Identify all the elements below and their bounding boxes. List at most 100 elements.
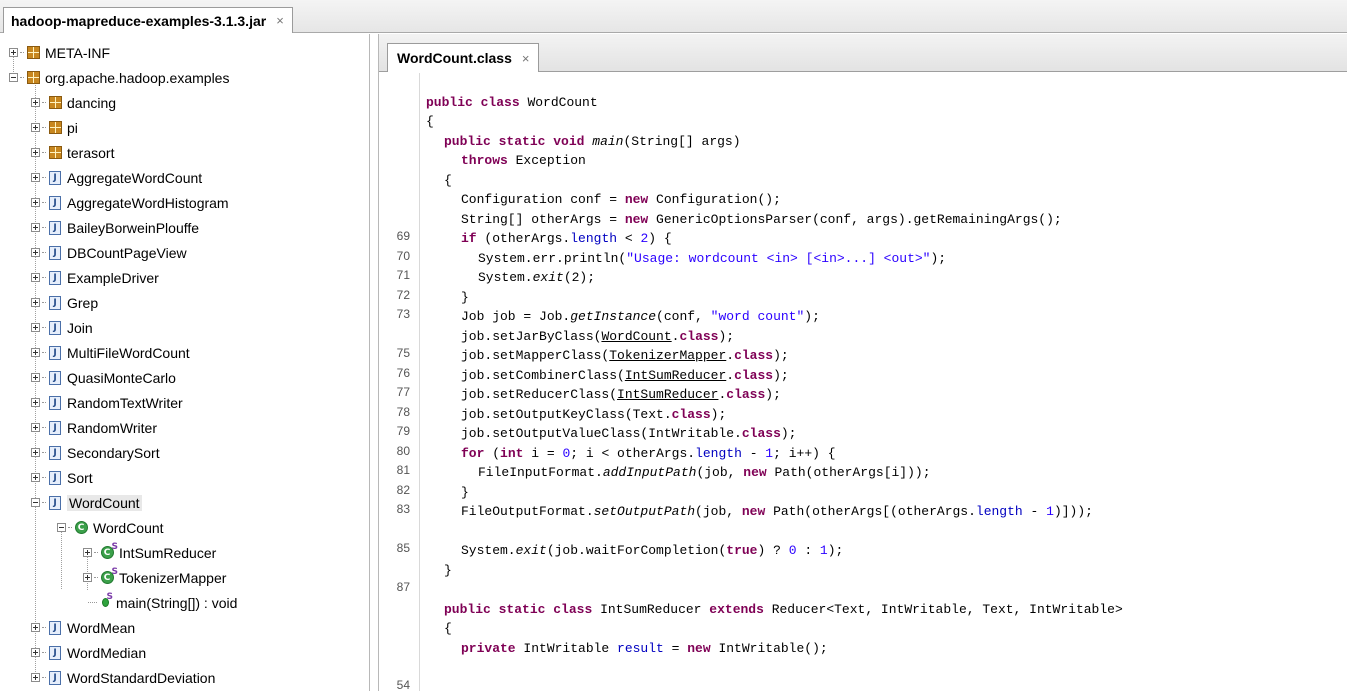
expand-icon[interactable]: [31, 373, 40, 382]
tree-item-package[interactable]: pi: [31, 115, 78, 140]
code-token: job.setMapperClass(: [461, 348, 610, 363]
code-token: );: [718, 329, 735, 344]
expand-icon[interactable]: [31, 348, 40, 357]
expand-icon[interactable]: [31, 123, 40, 132]
tree-item-class-file[interactable]: J AggregateWordHistogram: [31, 190, 229, 215]
expand-icon[interactable]: [31, 198, 40, 207]
code-token: IntSumReducer: [624, 368, 727, 383]
expand-icon[interactable]: [9, 48, 18, 57]
code-token: addInputPath: [602, 465, 697, 480]
tree-item-package[interactable]: dancing: [31, 90, 116, 115]
tree-item-inner-class[interactable]: CS IntSumReducer: [83, 540, 216, 565]
line-number: 80: [396, 444, 410, 458]
expand-icon[interactable]: [31, 623, 40, 632]
code-view[interactable]: public class WordCount { public static v…: [420, 73, 1347, 691]
code-line: private IntWritable result = new IntWrit…: [461, 639, 828, 658]
expand-icon[interactable]: [31, 673, 40, 682]
collapse-icon[interactable]: [31, 498, 40, 507]
line-number: 75: [396, 346, 410, 360]
code-token: throws: [461, 153, 508, 168]
tree-item-class-file[interactable]: J BaileyBorweinPlouffe: [31, 215, 199, 240]
code-token: WordCount: [601, 329, 672, 344]
code-line: job.setReducerClass(IntSumReducer.class)…: [461, 385, 781, 404]
tree-item-class-file[interactable]: J AggregateWordCount: [31, 165, 202, 190]
expand-icon[interactable]: [31, 223, 40, 232]
code-token: Configuration();: [656, 192, 781, 207]
tree-item-class-file[interactable]: J ExampleDriver: [31, 265, 159, 290]
expand-icon[interactable]: [31, 298, 40, 307]
expand-icon[interactable]: [31, 473, 40, 482]
line-number: 76: [396, 366, 410, 380]
code-token: static: [498, 134, 546, 149]
static-class-icon: CS: [100, 567, 118, 585]
tree-item-class-file[interactable]: J QuasiMonteCarlo: [31, 365, 176, 390]
expand-icon[interactable]: [31, 98, 40, 107]
code-token: IntSumReducer: [617, 387, 719, 402]
collapse-icon[interactable]: [57, 523, 66, 532]
tree-item-class-file[interactable]: J RandomWriter: [31, 415, 157, 440]
package-icon: [26, 71, 40, 85]
package-icon: [48, 146, 62, 160]
expand-icon[interactable]: [31, 448, 40, 457]
java-file-icon: J: [48, 345, 62, 360]
code-token: TokenizerMapper: [609, 348, 727, 363]
close-icon[interactable]: ×: [522, 51, 530, 66]
tree-item-class-file[interactable]: J RandomTextWriter: [31, 390, 183, 415]
expand-icon[interactable]: [83, 548, 92, 557]
code-editor: WordCount.class × 69 70 71 72 73 75 76 7…: [378, 34, 1347, 691]
expand-icon[interactable]: [31, 423, 40, 432]
expand-icon[interactable]: [31, 648, 40, 657]
code-token: Path(otherArgs[(otherArgs.: [765, 504, 976, 519]
code-token: new: [743, 465, 767, 480]
tree-item-class-file[interactable]: J WordMedian: [31, 640, 146, 665]
class-tree: META-INF org.apache.hadoop.examples danc…: [0, 34, 370, 691]
tree-item-root-package[interactable]: org.apache.hadoop.examples: [9, 65, 229, 90]
expand-icon[interactable]: [31, 173, 40, 182]
code-line: {: [444, 171, 452, 190]
tree-item-class-file[interactable]: J WordStandardDeviation: [31, 665, 215, 690]
tree-item-class[interactable]: C WordCount: [57, 515, 164, 540]
class-icon: C: [74, 521, 88, 535]
expand-icon[interactable]: [83, 573, 92, 582]
close-icon[interactable]: ×: [276, 13, 284, 28]
expand-icon[interactable]: [31, 398, 40, 407]
code-token: .: [726, 348, 735, 363]
line-number-gutter: 69 70 71 72 73 75 76 77 78 79 80 81 82 8…: [379, 73, 420, 691]
code-token: class: [671, 407, 711, 422]
line-number: 54: [396, 678, 410, 691]
code-token: job.setOutputKeyClass(Text.: [461, 407, 672, 422]
java-file-icon: J: [48, 195, 62, 210]
tree-item-class-file[interactable]: J MultiFileWordCount: [31, 340, 190, 365]
expand-icon[interactable]: [31, 323, 40, 332]
code-line: }: [461, 483, 469, 502]
tree-item-class-file[interactable]: J Grep: [31, 290, 98, 315]
code-token: class: [480, 95, 520, 110]
expand-icon[interactable]: [31, 273, 40, 282]
code-token: (2);: [563, 270, 596, 285]
tree-item-class-file[interactable]: J Join: [31, 315, 93, 340]
code-line: }: [444, 561, 452, 580]
tree-item-class-file[interactable]: J Sort: [31, 465, 93, 490]
tree-item-class-file[interactable]: J WordMean: [31, 615, 135, 640]
tab-jar-file[interactable]: hadoop-mapreduce-examples-3.1.3.jar ×: [3, 7, 293, 33]
collapse-icon[interactable]: [9, 73, 18, 82]
tree-item-class-file[interactable]: J SecondarySort: [31, 440, 160, 465]
code-token: (job.waitForCompletion(: [546, 543, 727, 558]
code-token: class: [726, 387, 766, 402]
code-line: job.setOutputKeyClass(Text.class);: [461, 405, 726, 424]
tree-item-selected-file[interactable]: J WordCount: [31, 490, 142, 515]
java-file-icon: J: [48, 245, 62, 260]
tab-wordcount-class[interactable]: WordCount.class ×: [387, 43, 540, 72]
java-file-icon: J: [48, 620, 62, 635]
tree-item-method[interactable]: S main(String[]) : void: [88, 590, 237, 615]
code-token: );: [827, 543, 844, 558]
tree-item-class-file[interactable]: J DBCountPageView: [31, 240, 187, 265]
java-file-icon: J: [48, 370, 62, 385]
code-token: -: [741, 446, 766, 461]
tree-item-inner-class[interactable]: CS TokenizerMapper: [83, 565, 226, 590]
code-token: Path(otherArgs[i]));: [766, 465, 931, 480]
expand-icon[interactable]: [31, 148, 40, 157]
expand-icon[interactable]: [31, 248, 40, 257]
tree-item-package[interactable]: terasort: [31, 140, 114, 165]
tree-item-meta-inf[interactable]: META-INF: [9, 40, 110, 65]
